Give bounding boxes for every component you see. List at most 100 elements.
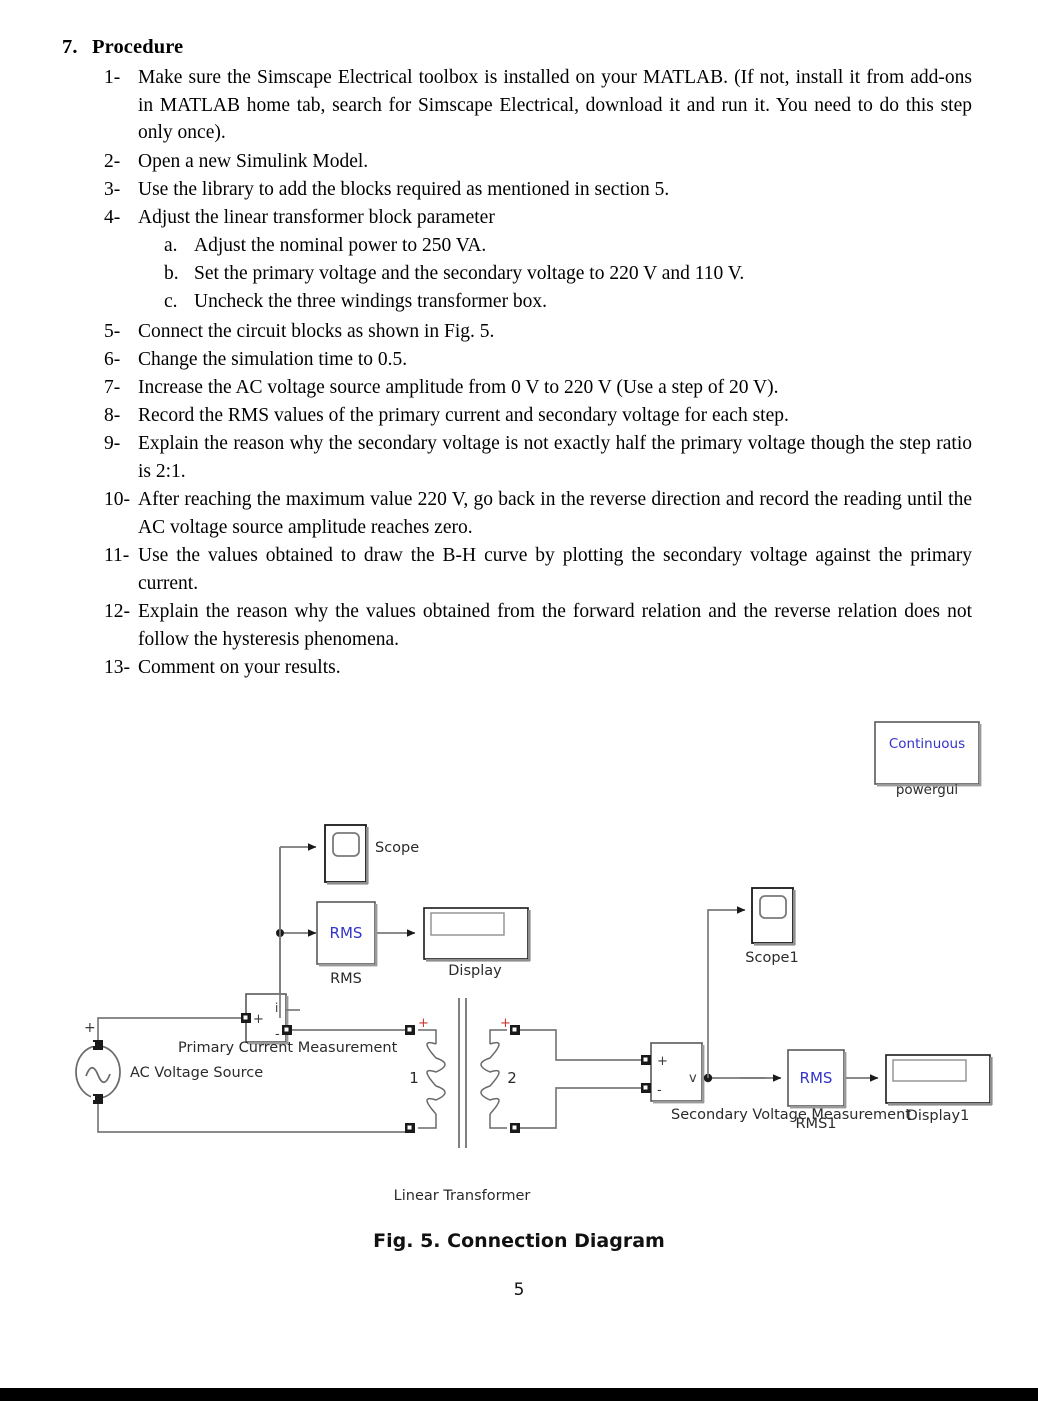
connection-diagram-figure: Continuous powergui Scope RMS RMS Displa… (0, 700, 1038, 1260)
step-item: 8- Record the RMS values of the primary … (104, 402, 972, 430)
step-marker: 11- (104, 545, 130, 566)
figure-caption: Fig. 5. Connection Diagram (373, 1230, 665, 1252)
powergui-label: powergui (896, 782, 958, 798)
display-block[interactable] (423, 907, 531, 962)
imeas-plus-sign: + (253, 1012, 264, 1027)
step-marker: 8- (104, 405, 121, 426)
step-marker: 9- (104, 433, 121, 454)
wire-to-scope1 (707, 906, 746, 1078)
port-hole (643, 1085, 648, 1090)
display1-readout-field (892, 1059, 967, 1082)
secondary-voltage-measurement-block[interactable]: + - v (641, 1042, 705, 1104)
display-readout-field (430, 912, 505, 936)
powergui-value: Continuous (889, 736, 965, 752)
winding2-label: 2 (507, 1069, 517, 1087)
wire-sec-plus-to-vmeas (520, 1029, 646, 1061)
wire-source-return (97, 1104, 411, 1133)
scope-label: Scope (375, 840, 419, 856)
step-text: Use the library to add the blocks requir… (138, 179, 670, 200)
step-marker: 1- (104, 67, 121, 88)
step-item: 10- After reaching the maximum value 220… (104, 486, 972, 541)
scope1-block[interactable] (751, 887, 796, 946)
port-hole (407, 1027, 412, 1032)
secondary-coil-icon (480, 1041, 500, 1115)
step-text: Connect the circuit blocks as shown in F… (138, 321, 495, 342)
step-item: 13- Comment on your results. (104, 654, 972, 682)
scope1-label: Scope1 (745, 950, 798, 966)
step-marker: 7- (104, 377, 121, 398)
substep-text: Set the primary voltage and the secondar… (194, 263, 745, 284)
step-item: 5- Connect the circuit blocks as shown i… (104, 318, 972, 346)
step-text: Use the values obtained to draw the B-H … (138, 545, 972, 594)
port-hole (643, 1057, 648, 1062)
step-item: 7- Increase the AC voltage source amplit… (104, 374, 972, 402)
step-text: Explain the reason why the secondary vol… (138, 433, 972, 482)
vmeas-minus-sign: - (657, 1083, 662, 1098)
wire-source-to-imeas (97, 1017, 241, 1040)
port-hole (91, 1042, 95, 1046)
rms-value: RMS (330, 924, 363, 942)
step-marker: 2- (104, 151, 121, 172)
primary-current-measurement-block[interactable]: + i - (241, 993, 292, 1045)
section-title: Procedure (92, 36, 184, 58)
step-item: 6- Change the simulation time to 0.5. (104, 346, 972, 374)
port-hole (91, 1096, 95, 1100)
step-item: 4- Adjust the linear transformer block p… (104, 204, 972, 232)
vmeas-plus-sign: + (657, 1054, 668, 1069)
step-marker: 12- (104, 601, 130, 622)
step-marker: 13- (104, 657, 130, 678)
rms-block[interactable]: RMS (316, 901, 378, 967)
step-marker: 5- (104, 321, 121, 342)
display1-block[interactable] (885, 1054, 993, 1106)
step-item: 1- Make sure the Simscape Electrical too… (104, 64, 972, 147)
primary-plus-marker: + (418, 1016, 429, 1031)
substep-marker: c. (164, 291, 178, 312)
scope-screen-icon (332, 832, 360, 857)
step-text: Increase the AC voltage source amplitude… (138, 377, 779, 398)
port-hole (284, 1027, 289, 1032)
step-item: 11- Use the values obtained to draw the … (104, 542, 972, 597)
scope-block[interactable] (324, 824, 369, 885)
page-bottom-bar (0, 1388, 1038, 1401)
port-hole (243, 1015, 248, 1020)
substep-item: c. Uncheck the three windings transforme… (164, 288, 974, 316)
ac-voltage-source-label: AC Voltage Source (130, 1065, 263, 1081)
substep-marker: a. (164, 235, 178, 256)
rms-label: RMS (330, 971, 362, 987)
step-text: Make sure the Simscape Electrical toolbo… (138, 67, 972, 143)
rms1-label: RMS1 (795, 1116, 836, 1132)
substep-item: b. Set the primary voltage and the secon… (164, 260, 974, 288)
ac-source-plus-sign: + (84, 1020, 96, 1036)
linear-transformer-block[interactable]: 1 2 + + (405, 998, 520, 1148)
secondary-plus-marker: + (500, 1016, 511, 1031)
step-text: Record the RMS values of the primary cur… (138, 405, 789, 426)
rms1-value: RMS (800, 1069, 833, 1087)
display-label: Display (448, 963, 502, 979)
step-marker: 4- (104, 207, 121, 228)
port-hole (512, 1027, 517, 1032)
step-text: Change the simulation time to 0.5. (138, 349, 408, 370)
section-heading: 7. Procedure (62, 36, 183, 59)
step-item: 2- Open a new Simulink Model. (104, 148, 972, 176)
simulink-model-canvas: Continuous powergui Scope RMS RMS Displa… (75, 721, 993, 1204)
substep-text: Uncheck the three windings transformer b… (194, 291, 548, 312)
step-item: 3- Use the library to add the blocks req… (104, 176, 972, 204)
vmeas-voltage-port-label: v (689, 1071, 697, 1086)
substep-marker: b. (164, 263, 179, 284)
step-text: Open a new Simulink Model. (138, 151, 369, 172)
powergui-block[interactable]: Continuous (874, 721, 982, 787)
linear-transformer-label: Linear Transformer (394, 1188, 531, 1204)
substep-text: Adjust the nominal power to 250 VA. (194, 235, 487, 256)
section-number: 7. (62, 36, 78, 58)
winding1-label: 1 (409, 1069, 419, 1087)
wire-sec-minus-to-vmeas (520, 1087, 646, 1129)
step-text: Explain the reason why the values obtain… (138, 601, 972, 650)
step-marker: 6- (104, 349, 121, 370)
secondary-voltage-measurement-label: Secondary Voltage Measurement (671, 1107, 911, 1123)
rms1-block[interactable]: RMS (787, 1049, 847, 1109)
page-number: 5 (513, 1280, 525, 1300)
primary-current-measurement-label: Primary Current Measurement (178, 1040, 398, 1056)
step-item: 9- Explain the reason why the secondary … (104, 430, 972, 485)
step-marker: 3- (104, 179, 121, 200)
substep-item: a. Adjust the nominal power to 250 VA. (164, 232, 974, 260)
